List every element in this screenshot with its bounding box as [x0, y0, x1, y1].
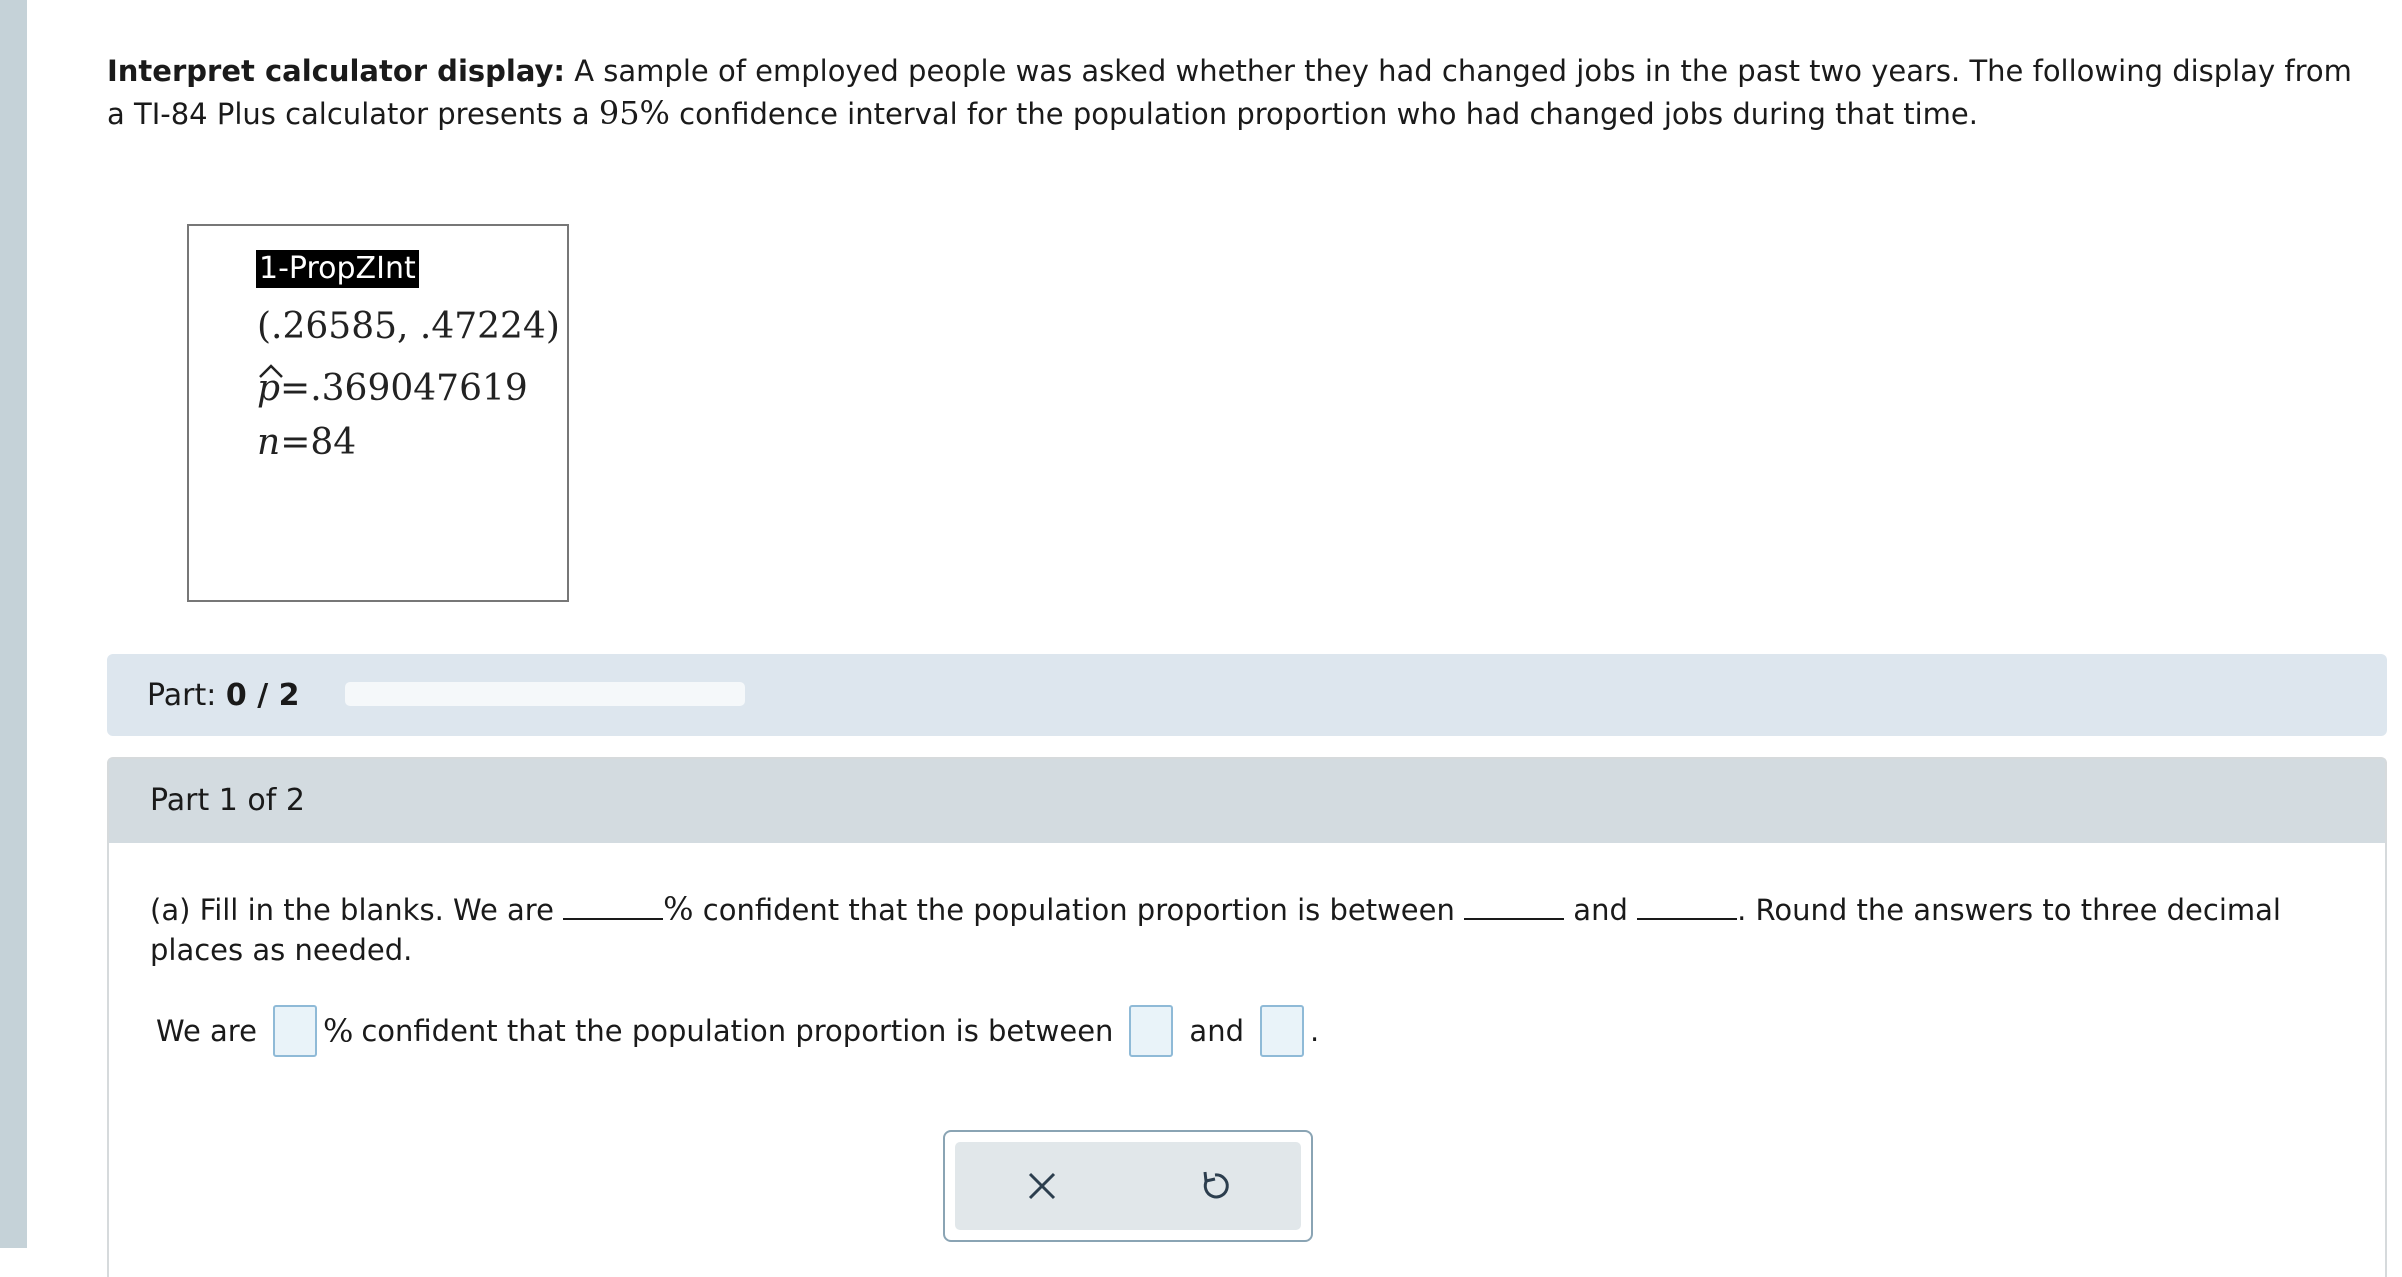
answer-end: . [1309, 1014, 1320, 1048]
left-rail [0, 0, 27, 1248]
percent-sign: % [663, 890, 694, 928]
clear-button[interactable] [1012, 1156, 1072, 1216]
upper-bound-input[interactable] [1259, 1005, 1304, 1057]
undo-button[interactable] [1185, 1156, 1245, 1216]
blank-line [1464, 917, 1565, 920]
confidence-level: 95% [598, 94, 670, 132]
question-a: (a) Fill in the blanks. We are [150, 893, 554, 927]
question-text: (a) Fill in the blanks. We are % confide… [150, 889, 2310, 970]
n-symbol: n [257, 422, 281, 463]
answer-controls-inner [955, 1142, 1301, 1230]
question-b: confident that the population proportion… [702, 893, 1455, 927]
progress-label-text: Part: [147, 678, 217, 713]
blank-line [563, 917, 664, 920]
lower-bound-input[interactable] [1129, 1005, 1174, 1057]
progress-bar-section: Part: 0 / 2 [107, 654, 2387, 736]
phat-value: =.369047619 [280, 368, 528, 409]
phat-symbol: p [257, 368, 281, 409]
sample-size: n=84 [257, 422, 356, 463]
problem-statement: Interpret calculator display: A sample o… [107, 50, 2377, 135]
answer-and: and [1189, 1014, 1244, 1048]
part-header: Part 1 of 2 [109, 759, 2385, 843]
progress-value: 0 / 2 [225, 678, 300, 713]
problem-label: Interpret calculator display: [107, 54, 566, 88]
question-c: and [1573, 893, 1628, 927]
sample-proportion: p=.369047619 [257, 368, 528, 409]
answer-middle: confident that the population proportion… [361, 1014, 1114, 1048]
x-icon [1028, 1172, 1055, 1200]
part-progress-label: Part: 0 / 2 [147, 678, 299, 713]
blank-line [1637, 917, 1738, 920]
answer-controls [943, 1130, 1313, 1242]
confidence-interval: (.26585, .47224) [257, 306, 560, 347]
calculator-display: 1-PropZInt (.26585, .47224) p=.369047619… [187, 224, 569, 602]
calculator-title: 1-PropZInt [256, 250, 419, 288]
n-value: =84 [280, 422, 357, 463]
undo-icon [1203, 1171, 1229, 1199]
progress-track [345, 682, 745, 706]
answer-percent-sign: % [322, 1012, 354, 1050]
confidence-input[interactable] [272, 1005, 317, 1057]
answer-we-are: We are [156, 1014, 257, 1048]
problem-text-after: confidence interval for the population p… [679, 97, 1978, 131]
answer-row: We are % confident that the population p… [156, 1003, 1319, 1059]
